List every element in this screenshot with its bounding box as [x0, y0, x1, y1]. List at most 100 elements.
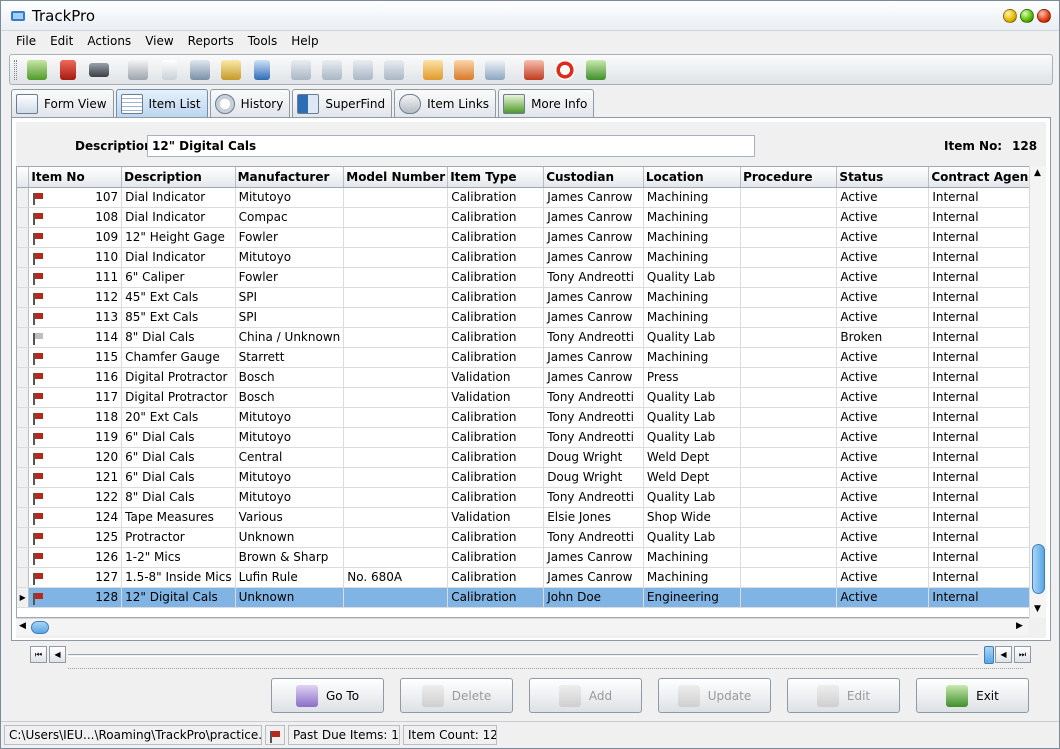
- grid-cell[interactable]: China / Unknown: [235, 327, 345, 348]
- grid-cell[interactable]: Tony Andreotti: [543, 267, 644, 288]
- item-no-cell[interactable]: 121: [28, 467, 123, 488]
- grid-cell[interactable]: [740, 227, 838, 248]
- grid-cell[interactable]: [740, 307, 838, 328]
- table-row[interactable]: 114 8" Dial Cals China / Unknown Calibratio…: [17, 327, 1045, 348]
- row-selector[interactable]: [17, 367, 30, 388]
- grid-cell[interactable]: [740, 567, 838, 588]
- grid-cell[interactable]: Calibration: [447, 287, 545, 308]
- close-button[interactable]: [1037, 9, 1051, 23]
- grid-cell[interactable]: James Canrow: [543, 207, 644, 228]
- item-no-cell[interactable]: 124: [28, 507, 123, 528]
- binoculars-icon[interactable]: [86, 57, 112, 83]
- tab-form-view[interactable]: Form View: [11, 89, 114, 117]
- grid-cell[interactable]: Unknown: [235, 527, 345, 548]
- item-no-cell[interactable]: 118: [28, 407, 123, 428]
- menu-view[interactable]: View: [138, 31, 180, 52]
- grid-cell[interactable]: Brown & Sharp: [235, 547, 345, 568]
- table-row[interactable]: 116 Digital Protractor Bosch Validation Jame…: [17, 367, 1045, 388]
- grid-cell[interactable]: Shop Wide: [643, 507, 742, 528]
- form-icon[interactable]: [482, 57, 508, 83]
- grid-cell[interactable]: Internal: [928, 287, 1045, 308]
- grid-cell[interactable]: Internal: [928, 207, 1045, 228]
- database-icon[interactable]: [350, 57, 376, 83]
- grid-cell[interactable]: Machining: [643, 347, 742, 368]
- grid-cell[interactable]: 12" Height Gage: [121, 227, 236, 248]
- grid-cell[interactable]: Mitutoyo: [235, 187, 345, 208]
- prev-record-icon[interactable]: ◀: [49, 646, 66, 663]
- grid-cell[interactable]: Internal: [928, 427, 1045, 448]
- grid-cell[interactable]: James Canrow: [543, 567, 644, 588]
- grid-cell[interactable]: Fowler: [235, 227, 345, 248]
- grid-cell[interactable]: 20" Ext Cals: [121, 407, 236, 428]
- grid-cell[interactable]: Internal: [928, 407, 1045, 428]
- grid-cell[interactable]: James Canrow: [543, 227, 644, 248]
- item-no-cell[interactable]: 125: [28, 527, 123, 548]
- grid-cell[interactable]: Digital Protractor: [121, 387, 236, 408]
- grid-cell[interactable]: [740, 187, 838, 208]
- grid-cell[interactable]: Calibration: [447, 527, 545, 548]
- grid-cell[interactable]: Machining: [643, 207, 742, 228]
- grid-cell[interactable]: Mitutoyo: [235, 427, 345, 448]
- tab-more-info[interactable]: More Info: [498, 89, 595, 117]
- tab-item-list[interactable]: Item List: [115, 89, 208, 117]
- exit-button[interactable]: Exit: [916, 678, 1029, 713]
- grid-cell[interactable]: [740, 267, 838, 288]
- grid-cell[interactable]: Mitutoyo: [235, 487, 345, 508]
- grid-cell[interactable]: Active: [836, 387, 930, 408]
- grid-cell[interactable]: Calibration: [447, 207, 545, 228]
- column-header[interactable]: Description: [121, 167, 236, 188]
- grid-cell[interactable]: Engineering: [643, 587, 742, 608]
- grid-cell[interactable]: Weld Dept: [643, 447, 742, 468]
- grid-cell[interactable]: Doug Wright: [543, 467, 644, 488]
- grid-cell[interactable]: Validation: [447, 387, 545, 408]
- grid-cell[interactable]: James Canrow: [543, 367, 644, 388]
- update-button[interactable]: Update: [658, 678, 771, 713]
- menu-edit[interactable]: Edit: [43, 31, 80, 52]
- item-no-cell[interactable]: 115: [28, 347, 123, 368]
- exit-icon[interactable]: [583, 57, 609, 83]
- item-no-cell[interactable]: 127: [28, 567, 123, 588]
- grid-cell[interactable]: [740, 547, 838, 568]
- delete-record-icon[interactable]: [319, 57, 345, 83]
- grid-cell[interactable]: 85" Ext Cals: [121, 307, 236, 328]
- table-row[interactable]: 120 6" Dial Cals Central Calibration Doug Wr…: [17, 447, 1045, 468]
- grid-cell[interactable]: James Canrow: [543, 347, 644, 368]
- scroll-down-arrow-icon[interactable]: ▼: [1034, 604, 1041, 614]
- table-row[interactable]: ▶ 128 12" Digital Cals Unknown Calibration Jo…: [17, 587, 1045, 608]
- notebook-icon[interactable]: [249, 57, 275, 83]
- grid-cell[interactable]: Internal: [928, 247, 1045, 268]
- grid-cell[interactable]: Calibration: [447, 447, 545, 468]
- horizontal-scroll-thumb[interactable]: [31, 621, 49, 634]
- grid-cell[interactable]: 6" Dial Cals: [121, 427, 236, 448]
- grid-cell[interactable]: [343, 367, 449, 388]
- grid-cell[interactable]: 12" Digital Cals: [121, 587, 236, 608]
- column-header[interactable]: Item No: [28, 167, 123, 188]
- grid-cell[interactable]: 1-2" Mics: [121, 547, 236, 568]
- grid-cell[interactable]: James Canrow: [543, 287, 644, 308]
- grid-cell[interactable]: Unknown: [235, 587, 345, 608]
- grid-cell[interactable]: [343, 527, 449, 548]
- table-row[interactable]: 117 Digital Protractor Bosch Validation Tony…: [17, 387, 1045, 408]
- grid-cell[interactable]: 6" Dial Cals: [121, 447, 236, 468]
- grid-cell[interactable]: [740, 487, 838, 508]
- grid-cell[interactable]: [343, 267, 449, 288]
- grid-cell[interactable]: Active: [836, 287, 930, 308]
- delete-button[interactable]: Delete: [400, 678, 513, 713]
- grid-cell[interactable]: Chamfer Gauge: [121, 347, 236, 368]
- next-record-icon[interactable]: ◀: [995, 646, 1012, 663]
- menu-reports[interactable]: Reports: [181, 31, 241, 52]
- grid-cell[interactable]: Dial Indicator: [121, 207, 236, 228]
- grid-cell[interactable]: Dial Indicator: [121, 247, 236, 268]
- item-no-cell[interactable]: 112: [28, 287, 123, 308]
- grid-cell[interactable]: 6" Caliper: [121, 267, 236, 288]
- database-up-icon[interactable]: [24, 57, 50, 83]
- column-header[interactable]: Model Number: [343, 167, 449, 188]
- grid-cell[interactable]: Starrett: [235, 347, 345, 368]
- item-no-cell[interactable]: 110: [28, 247, 123, 268]
- grid-cell[interactable]: [343, 447, 449, 468]
- grid-cell[interactable]: [740, 387, 838, 408]
- grid-cell[interactable]: Tony Andreotti: [543, 527, 644, 548]
- grid-cell[interactable]: 1.5-8" Inside Mics: [121, 567, 236, 588]
- tools-icon[interactable]: [521, 57, 547, 83]
- grid-cell[interactable]: Calibration: [447, 307, 545, 328]
